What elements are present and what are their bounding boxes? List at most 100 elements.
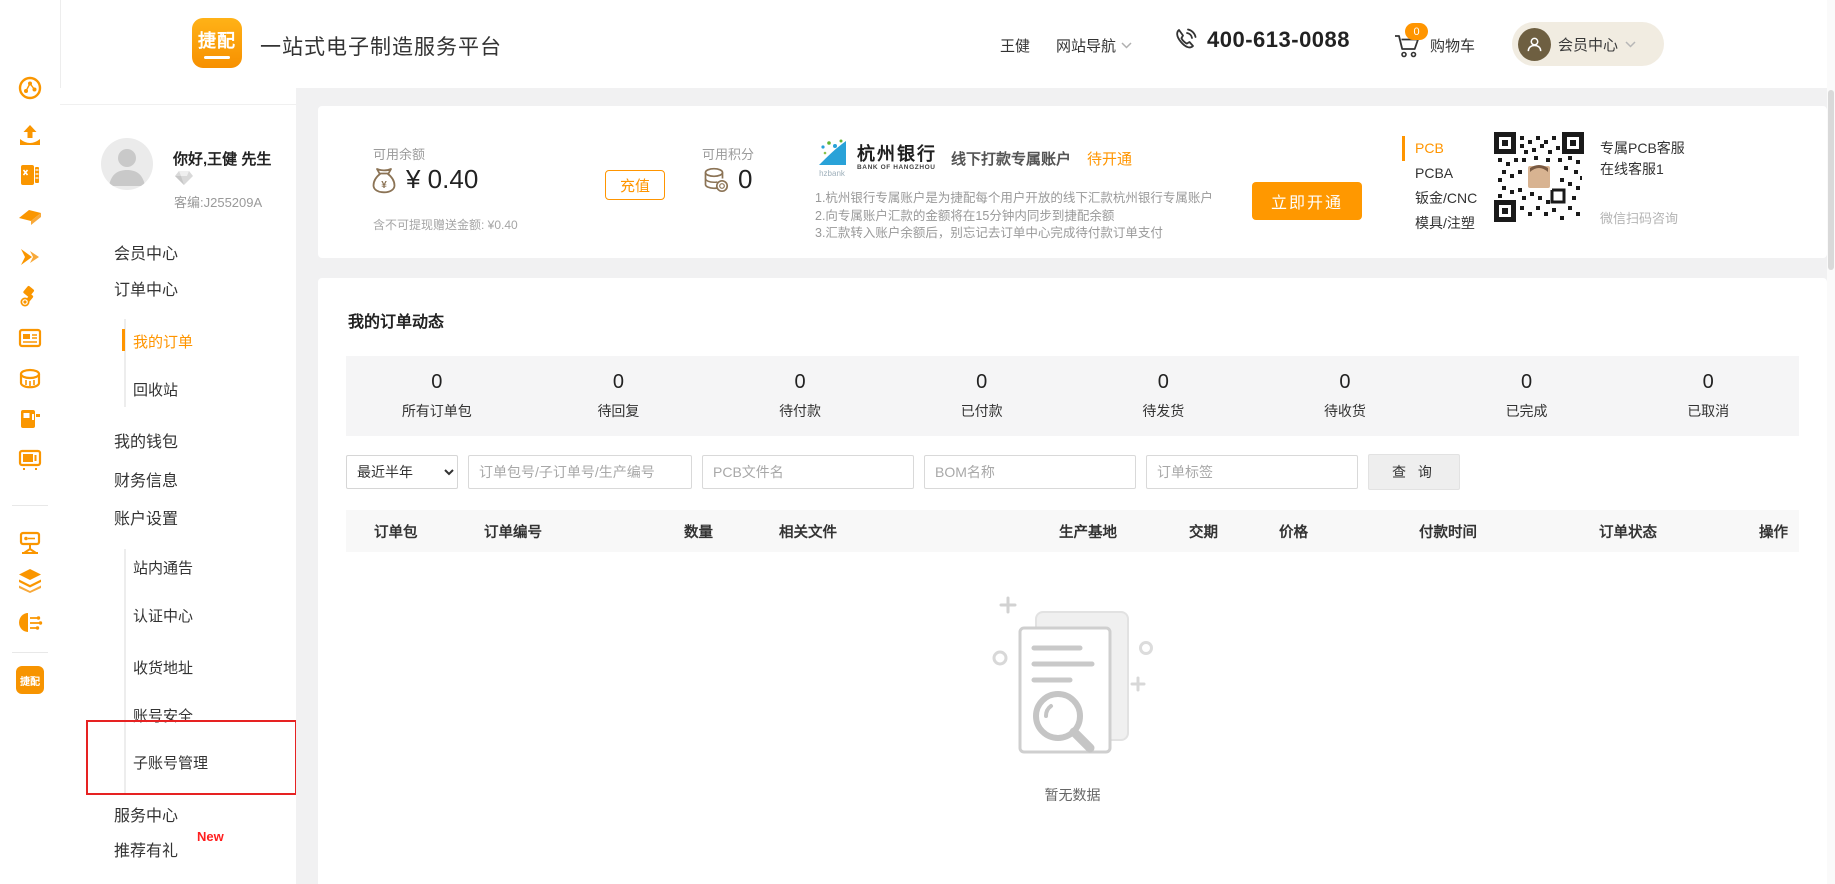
counter-completed[interactable]: 0 已完成 — [1436, 356, 1618, 436]
order-tag-input[interactable] — [1146, 455, 1358, 489]
sidebar-item-site-notice[interactable]: 站内通告 — [133, 557, 193, 578]
search-button[interactable]: 查 询 — [1368, 454, 1460, 490]
layers-icon[interactable] — [17, 567, 43, 593]
jiepei-mini-logo-icon[interactable]: 捷配 — [16, 666, 44, 694]
bonus-note: 含不可提现赠送金额: ¥0.40 — [373, 216, 518, 233]
col-quantity: 数量 — [664, 521, 759, 542]
user-avatar[interactable] — [101, 138, 153, 190]
sidebar-item-service-center[interactable]: 服务中心 — [114, 802, 178, 826]
pos-device-icon[interactable] — [17, 406, 43, 432]
empty-state: 暂无数据 — [318, 590, 1827, 805]
counter-pending-reply[interactable]: 0 待回复 — [528, 356, 710, 436]
rail-divider — [12, 652, 48, 653]
tab-mold-injection[interactable]: 模具/注塑 — [1402, 211, 1477, 236]
site-title: 一站式电子制造服务平台 — [260, 31, 502, 61]
auction-gavel-icon[interactable] — [17, 285, 43, 311]
sidebar-item-recycle-bin[interactable]: 回收站 — [133, 379, 178, 400]
counter-pending-shipment[interactable]: 0 待发货 — [1073, 356, 1255, 436]
member-avatar-icon — [1518, 28, 1551, 61]
chevron-down-icon — [1121, 42, 1132, 49]
sidebar: 你好,王健 先生 客编:J255209A 会员中心 订单中心 我的订单 回收站 … — [60, 88, 296, 884]
sidebar-item-certification[interactable]: 认证中心 — [133, 605, 193, 626]
hotline: 400-613-0088 — [1172, 27, 1350, 53]
ai-brain-icon[interactable] — [17, 610, 43, 636]
points-label: 可用积分 — [702, 144, 754, 163]
scrollbar-thumb[interactable] — [1828, 90, 1834, 270]
orders-card: 我的订单动态 0 所有订单包 0 待回复 0 待付款 0 已付款 0 待发货 0… — [318, 278, 1827, 884]
balance-amount: ¥ 0.40 — [406, 164, 478, 195]
circuit-board-icon[interactable] — [17, 75, 43, 101]
orders-section-title: 我的订单动态 — [348, 308, 444, 332]
counter-cancelled[interactable]: 0 已取消 — [1617, 356, 1799, 436]
bank-name-en: BANK OF HANGZHOU — [857, 165, 937, 172]
recharge-button[interactable]: 充值 — [605, 170, 665, 200]
phone-icon — [1172, 27, 1198, 53]
logo-text: 捷配 — [198, 27, 236, 53]
empty-state-text: 暂无数据 — [1045, 785, 1101, 805]
qr-caption-service: 专属PCB客服 — [1600, 138, 1685, 158]
upload-icon[interactable] — [17, 122, 43, 148]
money-bag-icon: ¥ — [370, 165, 398, 195]
tab-pcb[interactable]: PCB — [1402, 136, 1477, 161]
sidebar-item-shipping-address[interactable]: 收货地址 — [133, 657, 193, 678]
balance-label: 可用余额 — [373, 144, 425, 163]
sidebar-item-finance-info[interactable]: 财务信息 — [114, 467, 178, 491]
active-indicator — [122, 329, 125, 351]
bom-name-input[interactable] — [924, 455, 1136, 489]
tab-sheetmetal-cnc[interactable]: 钣金/CNC — [1402, 186, 1477, 211]
annotation-highlight-box — [86, 720, 297, 795]
open-now-button[interactable]: 立即开通 — [1252, 182, 1362, 220]
top-header: 捷配 一站式电子制造服务平台 王健 网站导航 400-613-0088 0 购物… — [0, 0, 1835, 88]
col-order-status: 订单状态 — [1579, 521, 1739, 542]
stencil-icon[interactable] — [17, 245, 43, 271]
no-data-illustration-icon — [988, 590, 1158, 775]
monitor-icon[interactable] — [17, 446, 43, 472]
col-related-files: 相关文件 — [759, 521, 1039, 542]
order-number-input[interactable] — [468, 455, 692, 489]
wechat-qr-code — [1494, 132, 1584, 222]
bank-instruction-line: 1.杭州银行专属账户是为捷配每个用户开放的线下汇款杭州银行专属账户 — [815, 190, 1213, 208]
counter-pending-receipt[interactable]: 0 待收货 — [1254, 356, 1436, 436]
cart-label: 购物车 — [1430, 35, 1475, 60]
order-filters: 最近半年 查 询 — [346, 454, 1460, 490]
member-center-menu[interactable]: 会员中心 — [1512, 22, 1664, 66]
sidebar-item-my-wallet[interactable]: 我的钱包 — [114, 428, 178, 452]
site-nav-dropdown[interactable]: 网站导航 — [1056, 35, 1132, 56]
points-amount: 0 — [738, 164, 752, 195]
member-card-icon[interactable] — [17, 325, 43, 351]
smt-patch-icon[interactable] — [17, 204, 43, 230]
sidebar-item-my-orders[interactable]: 我的订单 — [133, 331, 193, 352]
customer-code: 客编:J255209A — [174, 192, 262, 211]
tab-pcba[interactable]: PCBA — [1402, 161, 1477, 186]
bank-of-hangzhou-logo-icon — [815, 138, 849, 168]
counter-all-packages[interactable]: 0 所有订单包 — [346, 356, 528, 436]
bank-logo-sub: hzbank — [819, 169, 845, 178]
sidebar-item-member-center[interactable]: 会员中心 — [114, 240, 178, 264]
date-range-select[interactable]: 最近半年 — [346, 455, 458, 489]
bank-account-status: 待开通 — [1087, 148, 1132, 169]
sidebar-item-account-settings[interactable]: 账户设置 — [114, 505, 178, 529]
header-username-link[interactable]: 王健 — [1000, 35, 1030, 56]
cart-button[interactable]: 0 购物车 — [1392, 30, 1475, 60]
wallet-bank-card: 可用余额 ¥ ¥ 0.40 充值 含不可提现赠送金额: ¥0.40 可用积分 0… — [318, 106, 1827, 258]
cart-badge: 0 — [1405, 23, 1428, 40]
bank-account-title: 线下打款专属账户 — [951, 148, 1071, 169]
server-host-icon[interactable] — [17, 530, 43, 556]
bank-header: hzbank 杭州银行 BANK OF HANGZHOU 线下打款专属账户 待开… — [815, 138, 1132, 178]
membership-diamond-icon — [174, 170, 194, 186]
sidebar-item-order-center[interactable]: 订单中心 — [114, 276, 178, 300]
jiepei-logo[interactable]: 捷配 — [192, 18, 242, 68]
counter-paid[interactable]: 0 已付款 — [891, 356, 1073, 436]
svg-text:¥: ¥ — [381, 180, 387, 191]
logo-underline — [204, 56, 230, 59]
qr-caption-agent: 在线客服1 — [1600, 159, 1664, 179]
bom-sheet-icon[interactable] — [17, 162, 43, 188]
copper-coil-icon[interactable] — [17, 366, 43, 392]
hotline-number: 400-613-0088 — [1207, 27, 1350, 53]
member-center-label: 会员中心 — [1558, 34, 1618, 55]
bank-instruction-line: 2.向专属账户汇款的金额将在15分钟内同步到捷配余额 — [815, 208, 1213, 226]
col-order-number: 订单编号 — [464, 521, 664, 542]
pcb-filename-input[interactable] — [702, 455, 914, 489]
sidebar-item-referral[interactable]: 推荐有礼 — [114, 837, 178, 861]
counter-pending-payment[interactable]: 0 待付款 — [709, 356, 891, 436]
